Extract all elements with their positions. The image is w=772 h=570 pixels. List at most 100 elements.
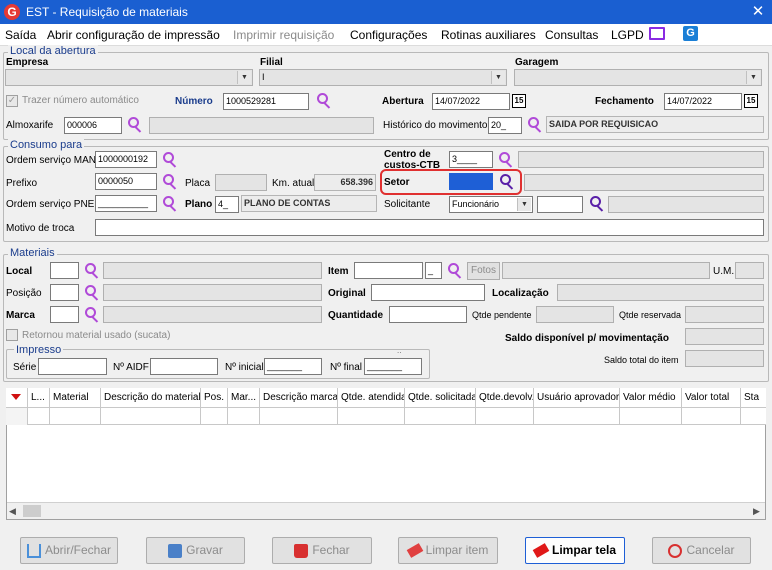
quantidade-label: Quantidade	[328, 310, 384, 321]
chevron-down-icon[interactable]: ▼	[491, 71, 505, 84]
centro-custos-search-icon[interactable]	[499, 152, 513, 168]
menu-configuracoes[interactable]: Configurações	[350, 28, 427, 42]
monitor-icon[interactable]	[649, 27, 665, 40]
quantidade-input[interactable]	[389, 306, 467, 323]
col-usuario-aprovador[interactable]: Usuário aprovador	[534, 388, 620, 408]
almoxarife-search-icon[interactable]	[128, 117, 142, 133]
col-descricao-material[interactable]: Descrição do material	[101, 388, 201, 408]
os-man-search-icon[interactable]	[163, 152, 177, 168]
almoxarife-input[interactable]: 000006	[64, 117, 122, 134]
posicao-search-icon[interactable]	[85, 285, 99, 301]
close-icon[interactable]: ✕	[748, 2, 768, 22]
numero-inicial-input[interactable]: _______	[264, 358, 322, 375]
item-input[interactable]	[354, 262, 423, 279]
abrir-fechar-button[interactable]: Abrir/Fechar	[20, 537, 118, 564]
filial-value: I	[262, 72, 265, 82]
empresa-select[interactable]: ▼	[5, 69, 253, 86]
qtde-reservada-field	[685, 306, 764, 323]
marca-name-field	[103, 306, 322, 323]
col-qtde-atendida[interactable]: Qtde. atendida	[338, 388, 405, 408]
cancelar-button[interactable]: Cancelar	[652, 537, 751, 564]
motivo-troca-input[interactable]	[95, 219, 764, 236]
item-suffix-input[interactable]: _	[425, 262, 442, 279]
os-pne-input[interactable]: __________	[95, 195, 157, 212]
fotos-button[interactable]: Fotos	[467, 262, 500, 280]
prefixo-search-icon[interactable]	[163, 174, 177, 190]
col-l[interactable]: L...	[28, 388, 50, 408]
aidf-input[interactable]	[150, 358, 218, 375]
retornou-material-checkbox[interactable]	[6, 329, 18, 341]
col-material[interactable]: Material	[50, 388, 101, 408]
scroll-left-icon[interactable]: ◀	[9, 506, 16, 517]
numero-final-input[interactable]: _______	[364, 358, 422, 375]
gravar-button[interactable]: Gravar	[146, 537, 245, 564]
fechamento-label: Fechamento	[595, 96, 654, 107]
menu-rotinas-auxiliares[interactable]: Rotinas auxiliares	[441, 28, 536, 42]
empresa-label: Empresa	[6, 57, 49, 68]
km-atual-field: 658.396	[314, 174, 376, 191]
local-search-icon[interactable]	[85, 263, 99, 279]
calendar-icon[interactable]: 15	[744, 94, 758, 108]
calendar-icon[interactable]: 15	[512, 94, 526, 108]
os-pne-search-icon[interactable]	[163, 196, 177, 212]
limpar-item-button[interactable]: Limpar item	[398, 537, 498, 564]
solicitante-code-input[interactable]	[537, 196, 583, 213]
menu-consultas[interactable]: Consultas	[545, 28, 598, 42]
chevron-down-icon[interactable]: ▼	[746, 71, 760, 84]
grid-sort-triangle-icon[interactable]	[6, 388, 28, 408]
col-valor-medio[interactable]: Valor médio	[620, 388, 682, 408]
placa-label: Placa	[185, 178, 211, 189]
saldo-disponivel-label: Saldo disponível p/ movimentação	[505, 333, 669, 344]
eraser-icon	[532, 543, 550, 559]
posicao-input[interactable]	[50, 284, 79, 301]
limpar-tela-button[interactable]: Limpar tela	[525, 537, 625, 564]
col-valor-total[interactable]: Valor total	[682, 388, 741, 408]
grid-horizontal-scrollbar[interactable]: ◀ ▶	[7, 502, 765, 519]
menu-abrir-config-impressao[interactable]: Abrir configuração de impressão	[47, 28, 220, 42]
setor-input[interactable]	[449, 173, 493, 190]
marca-input[interactable]	[50, 306, 79, 323]
col-pos[interactable]: Pos.	[201, 388, 228, 408]
qtde-pendente-label: Qtde pendente	[472, 310, 532, 320]
original-input[interactable]	[371, 284, 485, 301]
col-status[interactable]: Sta	[741, 388, 766, 408]
numero-input[interactable]: 1000529281	[223, 93, 309, 110]
col-qtde-solicitada[interactable]: Qtde. solicitada	[405, 388, 476, 408]
setor-label: Setor	[384, 177, 410, 188]
historico-search-icon[interactable]	[528, 117, 542, 133]
fechamento-date-input[interactable]: 14/07/2022	[664, 93, 742, 110]
scroll-thumb[interactable]	[23, 505, 41, 517]
solicitante-select[interactable]: Funcionário ▼	[449, 196, 533, 213]
filial-select[interactable]: I ▼	[259, 69, 507, 86]
plano-input[interactable]: 4_	[215, 196, 239, 213]
numero-search-icon[interactable]	[317, 93, 331, 109]
garagem-select[interactable]: ▼	[514, 69, 762, 86]
chevron-down-icon[interactable]: ▼	[237, 71, 251, 84]
col-qtde-devolv[interactable]: Qtde.devolv.	[476, 388, 534, 408]
impresso-ellipsis: ..	[397, 346, 402, 355]
menu-saida[interactable]: Saída	[5, 28, 36, 42]
os-man-input[interactable]: 1000000192	[95, 151, 157, 168]
historico-input[interactable]: 20_	[488, 117, 522, 134]
chevron-down-icon[interactable]: ▼	[517, 198, 531, 211]
download-icon	[26, 543, 41, 558]
col-marca[interactable]: Mar...	[228, 388, 260, 408]
scroll-right-icon[interactable]: ▶	[753, 506, 760, 517]
serie-input[interactable]	[38, 358, 107, 375]
abertura-date-input[interactable]: 14/07/2022	[432, 93, 510, 110]
solicitante-search-icon[interactable]	[590, 196, 604, 212]
prefixo-input[interactable]: 0000050	[95, 173, 157, 190]
local-input[interactable]	[50, 262, 79, 279]
app-switch-icon[interactable]: G	[683, 26, 698, 41]
col-descricao-marca[interactable]: Descrição marca	[260, 388, 338, 408]
fechar-button[interactable]: Fechar	[272, 537, 372, 564]
centro-custos-input[interactable]: 3____	[449, 151, 493, 168]
cancelar-label: Cancelar	[686, 543, 735, 557]
item-search-icon[interactable]	[448, 263, 462, 279]
marca-search-icon[interactable]	[85, 307, 99, 323]
posicao-name-field	[103, 284, 322, 301]
setor-search-icon[interactable]	[500, 174, 514, 190]
table-row[interactable]	[6, 408, 766, 425]
menu-lgpd[interactable]: LGPD	[611, 28, 644, 42]
trazer-numero-checkbox[interactable]: ✓	[6, 95, 18, 107]
